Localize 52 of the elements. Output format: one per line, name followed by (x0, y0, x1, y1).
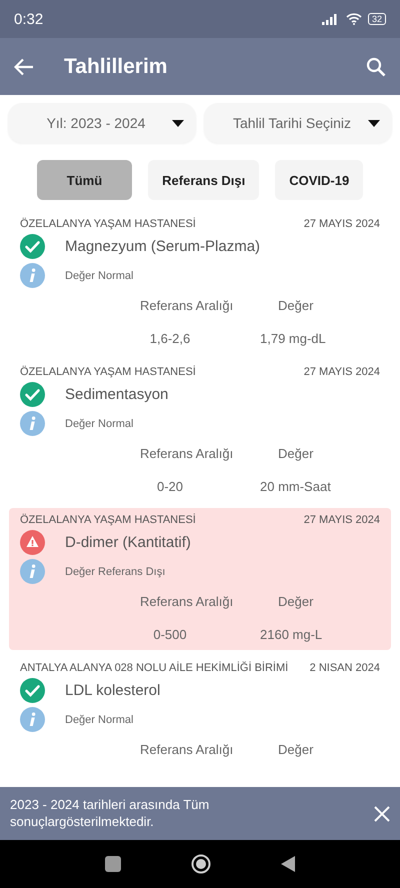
result-date: 27 MAYIS 2024 (304, 218, 380, 230)
result-value: 1,79 mg-dL (260, 331, 326, 346)
square-icon[interactable] (105, 856, 121, 872)
dropdown-caret-icon (172, 120, 184, 126)
status-text: Değer Normal (65, 714, 134, 726)
filter-chip[interactable]: Tümü (36, 160, 132, 200)
institution-name: ÖZELALANYA YAŞAM HASTANESİ (20, 218, 196, 230)
result-value: 20 mm-Saat (260, 479, 331, 494)
warning-icon (20, 530, 45, 555)
dropdown[interactable]: Yıl: 2023 - 2024 (8, 103, 196, 143)
filter-chip[interactable]: Referans Dışı (148, 160, 260, 200)
column-label: Değer (277, 594, 314, 609)
wifi-icon (346, 13, 362, 25)
column-label: Referans Aralığı (140, 298, 234, 313)
test-name: Magnezyum (Serum-Plazma) (65, 238, 260, 255)
home-icon[interactable] (191, 854, 211, 874)
back-arrow-icon[interactable] (14, 58, 34, 76)
column-label: Değer (277, 446, 314, 461)
reference-range: 1,6-2,6 (150, 331, 190, 346)
reference-range: 0-20 (156, 479, 184, 494)
result-date: 27 MAYIS 2024 (304, 366, 380, 378)
page-title: Tahlillerim (64, 54, 168, 78)
status-text: Değer Normal (65, 418, 134, 430)
column-label: Değer (277, 742, 314, 757)
status-text: Değer Normal (65, 270, 134, 282)
info-banner-text: 2023 - 2024 tarihleri arasında Tüm sonuçlargösterilmektedir. (10, 797, 210, 830)
column-label: Referans Aralığı (140, 446, 234, 461)
reference-range: 0-500 (153, 627, 187, 642)
result-date: 2 NISAN 2024 (310, 662, 380, 674)
dropdown-caret-icon (368, 120, 380, 126)
test-name: D-dimer (Kantitatif) (65, 534, 191, 551)
close-icon[interactable] (374, 806, 390, 822)
result-date: 27 MAYIS 2024 (304, 514, 380, 526)
battery-icon: 32 (368, 13, 386, 25)
institution-name: ÖZELALANYA YAŞAM HASTANESİ (20, 514, 196, 526)
filter-chip[interactable]: COVID-19 (275, 160, 364, 200)
test-name: LDL kolesterol (65, 682, 160, 699)
institution-name: ANTALYA ALANYA 028 NOLU AİLE HEKİMLİĞİ BİRİMİ (20, 662, 288, 674)
dropdown[interactable]: Tahlil Tarihi Seçiniz (204, 103, 392, 143)
test-name: Sedimentasyon (65, 386, 168, 403)
check-icon (20, 234, 45, 259)
column-label: Referans Aralığı (140, 594, 234, 609)
search-icon[interactable] (366, 56, 386, 76)
institution-name: ÖZELALANYA YAŞAM HASTANESİ (20, 366, 196, 378)
check-icon (20, 382, 45, 407)
status-text: Değer Referans Dışı (65, 566, 166, 578)
status-time: 0:32 (14, 10, 44, 28)
column-label: Değer (277, 298, 314, 313)
result-value: 2160 mg-L (260, 627, 322, 642)
check-icon (20, 678, 45, 703)
column-label: Referans Aralığı (140, 742, 234, 757)
back-icon[interactable] (281, 856, 295, 872)
